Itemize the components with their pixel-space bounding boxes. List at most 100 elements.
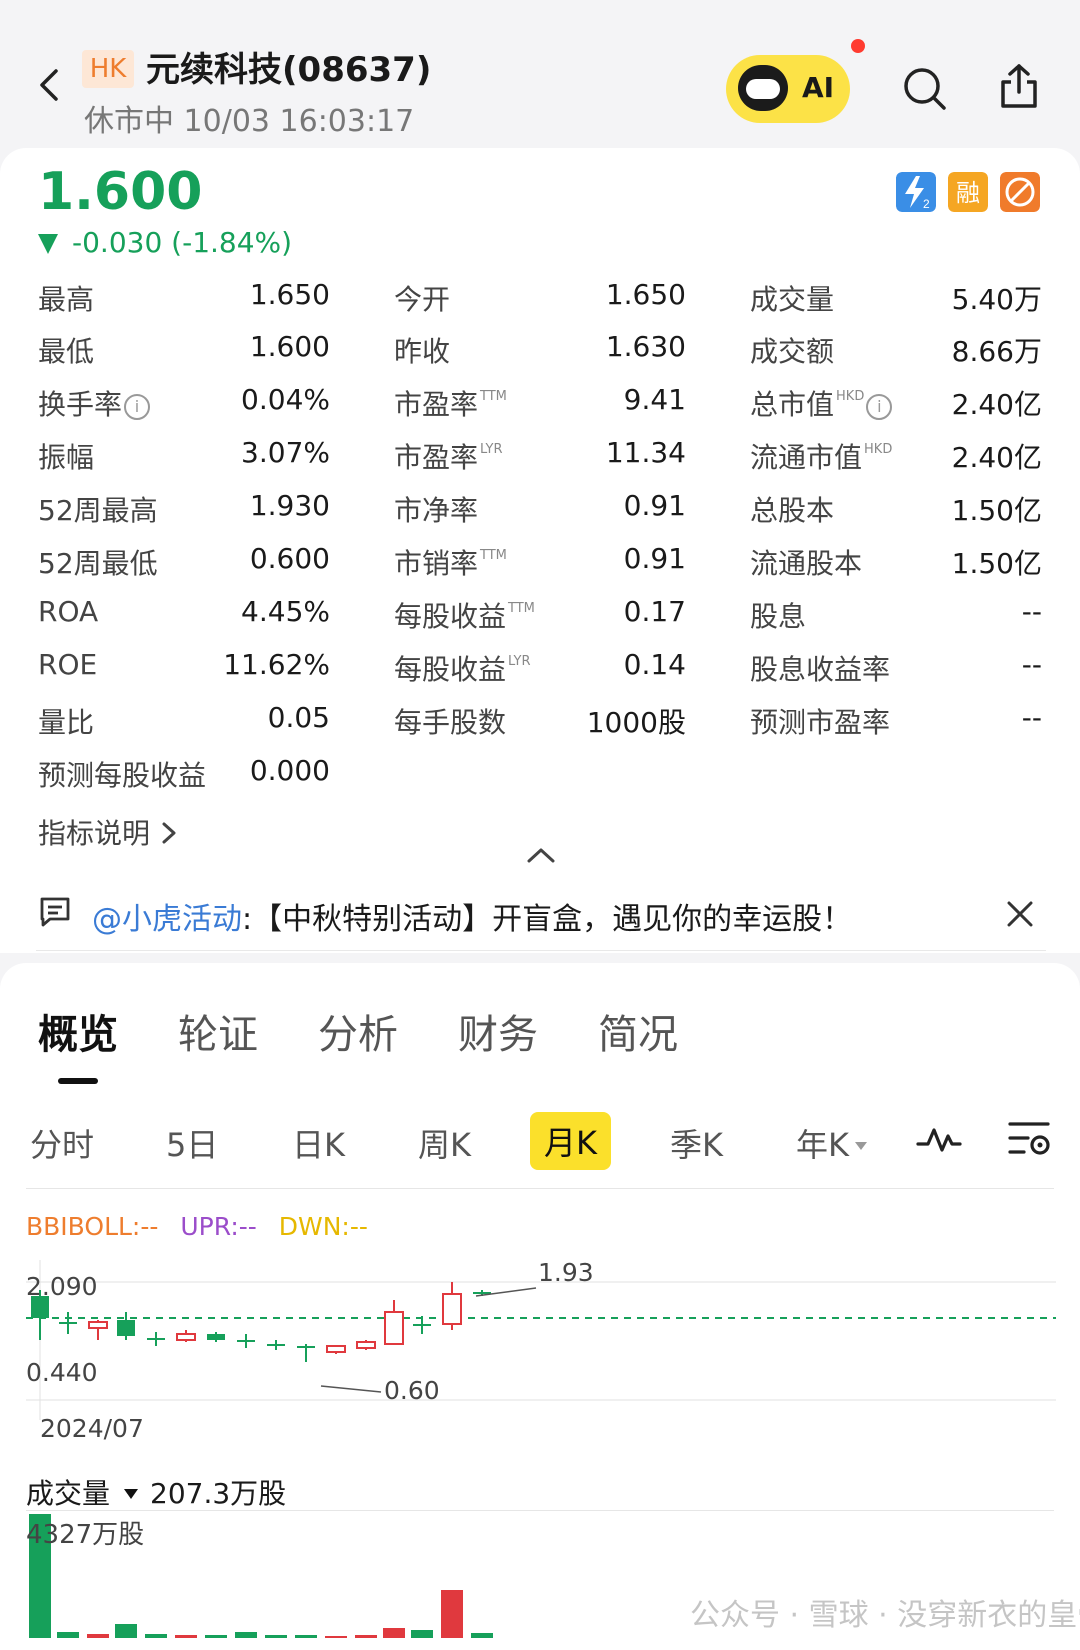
stat-label-volume: 成交量 (750, 283, 835, 316)
stat-value-turnover: 0.04% (241, 383, 330, 416)
period-5day[interactable]: 5日 (166, 1120, 218, 1166)
close-icon[interactable] (1006, 900, 1034, 928)
indicator-explanation-link[interactable]: 指标说明 (38, 812, 180, 852)
tab-profile[interactable]: 简况 (598, 1002, 678, 1060)
volume-bar (471, 1633, 493, 1638)
tab-analysis[interactable]: 分析 (318, 1002, 398, 1060)
active-tab-indicator (58, 1078, 98, 1084)
period-intraday[interactable]: 分时 (30, 1120, 94, 1166)
period-daily[interactable]: 日K (292, 1120, 345, 1166)
candle-body (117, 1320, 135, 1336)
stat-label-market-cap: 总市值 HKDi (750, 383, 893, 423)
stat-label-float-cap: 流通市值 HKD (750, 441, 893, 474)
stat-value-pb: 0.91 (623, 489, 686, 522)
info-icon[interactable]: i (866, 394, 893, 420)
stat-value-pe-ttm: 9.41 (623, 383, 686, 416)
stat-value-lot-size: 1000股 (586, 706, 686, 739)
stat-value-52w-high: 1.930 (249, 489, 330, 522)
stat-label-volume-ratio: 量比 (38, 706, 95, 739)
chart-settings-icon[interactable] (1006, 1118, 1052, 1162)
stat-label-dividend: 股息 (750, 600, 807, 633)
message-icon (40, 897, 70, 927)
stat-label-forecast-pe: 预测市盈率 (750, 706, 891, 739)
period-yearly[interactable]: 年K (796, 1120, 867, 1166)
volume-bar (295, 1635, 317, 1638)
robot-icon (738, 65, 788, 111)
announcement-text[interactable]: @小虎活动:【中秋特别活动】开盲盒，遇见你的幸运股！ (92, 894, 852, 938)
ai-assistant-button[interactable]: AI (726, 55, 850, 123)
chevron-right-icon (162, 822, 176, 844)
volume-bar (115, 1624, 137, 1638)
volume-bar (411, 1630, 433, 1638)
announcement-mention[interactable]: @小虎活动 (92, 902, 242, 937)
margin-financing-icon[interactable]: 融 (948, 172, 988, 212)
candle-body (267, 1344, 285, 1346)
stat-label-total-shares: 总股本 (750, 494, 835, 527)
chevron-up-icon[interactable] (526, 845, 556, 865)
market-badge: HK (82, 50, 134, 88)
stat-label-turnover-amount: 成交额 (750, 335, 835, 368)
share-icon[interactable] (995, 62, 1043, 110)
stat-value-forecast-eps: 0.000 (249, 754, 330, 787)
last-price: 1.600 (38, 162, 203, 222)
tab-financials[interactable]: 财务 (458, 1002, 538, 1060)
stat-label-52w-low: 52周最低 (38, 547, 158, 580)
stat-label-open: 今开 (394, 283, 451, 316)
high-price-label: 1.93 (538, 1258, 594, 1287)
stat-value-volume: 5.40万 (951, 283, 1042, 316)
tab-warrants[interactable]: 轮证 (178, 1002, 258, 1060)
stat-value-dividend-yield: -- (1021, 648, 1042, 681)
stat-value-pe-lyr: 11.34 (605, 436, 686, 469)
stat-value-float-shares: 1.50亿 (951, 547, 1042, 580)
period-quarterly[interactable]: 季K (670, 1120, 723, 1166)
stat-value-market-cap: 2.40亿 (951, 388, 1042, 421)
candle-body (384, 1311, 404, 1345)
svg-text:2: 2 (923, 197, 930, 211)
announcement-bar[interactable]: @小虎活动:【中秋特别活动】开盲盒，遇见你的幸运股！ (36, 880, 1046, 940)
candle-body (207, 1334, 225, 1340)
svg-text:融: 融 (956, 179, 980, 207)
stat-label-lot-size: 每手股数 (394, 706, 507, 739)
volume-bar (145, 1634, 167, 1638)
bbiboll-label: BBIBOLL:-- (26, 1212, 159, 1241)
indicator-line-icon[interactable] (916, 1122, 962, 1156)
stat-value-forecast-pe: -- (1021, 701, 1042, 734)
y-axis-bottom-label: 0.440 (26, 1358, 98, 1387)
info-icon[interactable]: i (124, 394, 151, 420)
dwn-label: DWN:-- (278, 1212, 368, 1241)
stat-label-pe-lyr: 市盈率 LYR (394, 441, 503, 474)
volume-header[interactable]: 成交量 207.3万股 (26, 1472, 286, 1512)
search-icon[interactable] (900, 64, 948, 112)
low-price-label: 0.60 (384, 1376, 440, 1405)
volume-bar (175, 1635, 197, 1638)
lightning-level2-icon[interactable]: 2 (896, 172, 936, 212)
dropdown-triangle-icon (124, 1489, 139, 1499)
candle-body (356, 1341, 376, 1349)
candle-body (326, 1345, 346, 1353)
stat-label-turnover: 换手率 i (38, 383, 151, 423)
period-weekly[interactable]: 周K (418, 1120, 471, 1166)
candle-body (59, 1322, 77, 1324)
stat-label-eps-ttm: 每股收益 TTM (394, 600, 535, 633)
stat-value-amplitude: 3.07% (241, 436, 330, 469)
volume-bar (205, 1635, 227, 1638)
divider (36, 950, 1046, 951)
stat-value-roe: 11.62% (223, 648, 330, 681)
watermark: 公众号 · 雪球 · 没穿新衣的皇帝 (690, 1598, 1080, 1633)
boll-legend: BBIBOLL:-- UPR:-- DWN:-- (26, 1212, 368, 1241)
chart-top-border (26, 1188, 1054, 1189)
no-short-icon[interactable] (1000, 172, 1040, 212)
stat-label-forecast-eps: 预测每股收益 (38, 759, 207, 792)
stat-label-dividend-yield: 股息收益率 (750, 653, 891, 686)
stat-label-prev-close: 昨收 (394, 335, 451, 368)
candle-body (147, 1338, 165, 1340)
stat-value-eps-ttm: 0.17 (623, 595, 686, 628)
y-axis-top-label: 2.090 (26, 1272, 98, 1301)
back-arrow-icon[interactable] (30, 65, 70, 105)
market-status: 休市中 10/03 16:03:17 (84, 104, 415, 139)
volume-bar (355, 1635, 377, 1638)
volume-bar (87, 1634, 109, 1638)
tab-overview[interactable]: 概览 (38, 1002, 118, 1060)
period-monthly[interactable]: 月K (530, 1112, 611, 1170)
stat-value-turnover-amount: 8.66万 (951, 335, 1042, 368)
